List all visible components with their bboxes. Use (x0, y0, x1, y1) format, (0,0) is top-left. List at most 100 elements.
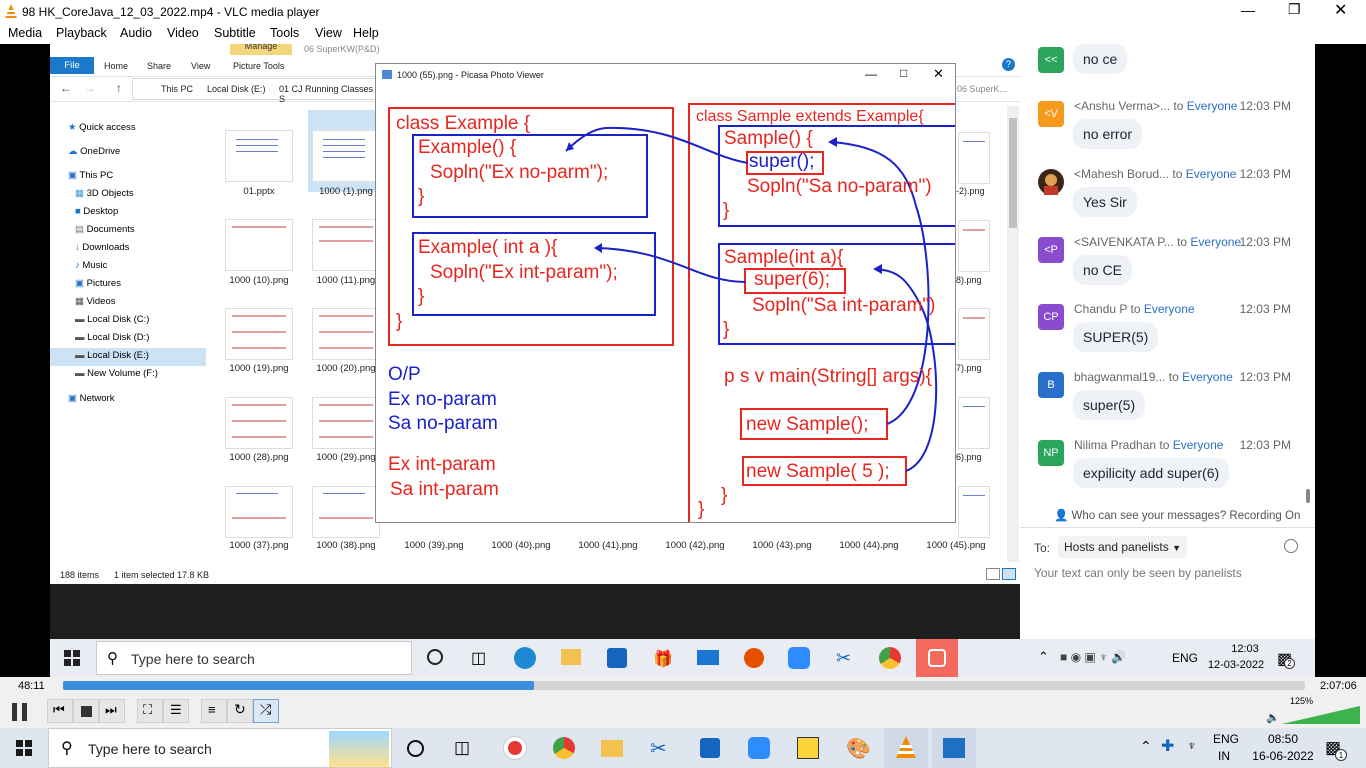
file-label[interactable]: 1000 (40).png (476, 540, 566, 551)
store-icon[interactable] (700, 738, 720, 758)
file-thumbnail[interactable] (225, 308, 293, 360)
record-app-icon[interactable] (744, 648, 764, 668)
nav-local-disk-c[interactable]: ▬ Local Disk (C:) (75, 314, 149, 325)
help-icon[interactable]: ? (1002, 58, 1015, 71)
picasa-close-button[interactable]: ✕ (933, 66, 944, 82)
menu-media[interactable]: Media (8, 26, 42, 40)
nav-downloads[interactable]: ↓ Downloads (75, 242, 129, 253)
snipping-icon[interactable]: ✂ (836, 648, 851, 669)
file-label[interactable]: 01.pptx (214, 186, 304, 197)
explorer-scrollbar[interactable] (1007, 106, 1019, 562)
paint-icon[interactable]: 🎨 (846, 736, 871, 761)
nav-new-volume-f[interactable]: ▬ New Volume (F:) (75, 368, 158, 379)
playlist-button[interactable]: ≡ (201, 699, 227, 723)
menu-subtitle[interactable]: Subtitle (214, 26, 256, 40)
manage-tab[interactable]: Manage (230, 44, 292, 55)
file-label[interactable]: 1000 (10).png (214, 275, 304, 286)
nav-desktop[interactable]: ■ Desktop (75, 206, 118, 217)
loop-button[interactable]: ↻ (227, 699, 253, 723)
file-thumbnail[interactable] (312, 486, 380, 538)
forward-arrow-icon[interactable]: → (84, 81, 96, 95)
file-label[interactable]: 1000 (37).png (214, 540, 304, 551)
nav-documents[interactable]: ▤ Documents (75, 224, 135, 235)
back-arrow-icon[interactable]: ← (60, 81, 72, 95)
host-clock-time[interactable]: 08:50 (1247, 732, 1319, 746)
store-icon[interactable] (607, 648, 627, 668)
sticky-notes-icon[interactable] (797, 737, 819, 759)
file-label[interactable]: 1000 (28).png (214, 452, 304, 463)
picasa-maximize-button[interactable]: □ (900, 66, 907, 80)
menu-audio[interactable]: Audio (120, 26, 152, 40)
share-tab[interactable]: Share (147, 61, 171, 71)
snipping-icon[interactable]: ✂ (650, 736, 667, 761)
clock-date[interactable]: 12-03-2022 (1205, 659, 1267, 671)
recorder-active-app[interactable] (916, 639, 958, 677)
file-explorer-icon[interactable] (601, 740, 623, 757)
nav-videos[interactable]: ▦ Videos (75, 296, 116, 307)
taskbar-search-box[interactable]: ⚲ Type here to search (96, 641, 412, 675)
windows-start-icon[interactable] (16, 740, 32, 756)
nav-onedrive[interactable]: ☁ OneDrive (68, 146, 120, 157)
view-tab[interactable]: View (191, 61, 210, 71)
language-region[interactable]: IN (1218, 749, 1230, 763)
file-label[interactable]: 1000 (38).png (301, 540, 391, 551)
recipient-dropdown[interactable]: Hosts and panelists ▼ (1058, 536, 1187, 558)
tray-plus-icon[interactable]: ✚ (1161, 736, 1174, 756)
chrome-icon[interactable] (553, 737, 575, 759)
picture-tools-tab[interactable]: Picture Tools (233, 61, 284, 71)
file-label[interactable]: 1000 (41).png (563, 540, 653, 551)
nav-pictures[interactable]: ▣ Pictures (75, 278, 121, 289)
pause-button[interactable] (8, 701, 32, 723)
crumb-folder[interactable]: 01 CJ Running Classes S (279, 84, 375, 104)
cortana-icon[interactable] (407, 740, 424, 757)
file-thumbnail[interactable] (225, 219, 293, 271)
chat-scrollbar[interactable] (1306, 489, 1310, 503)
gift-icon[interactable]: 🎁 (653, 649, 673, 669)
mail-icon[interactable] (697, 650, 719, 665)
extended-settings-button[interactable]: ☰ (163, 699, 189, 723)
emoji-icon[interactable] (1284, 539, 1298, 553)
file-label[interactable]: 1000 (39).png (389, 540, 479, 551)
nav-music[interactable]: ♪ Music (75, 260, 107, 271)
menu-playback[interactable]: Playback (56, 26, 107, 40)
next-button[interactable]: ⏭ (99, 699, 125, 723)
cortana-icon[interactable] (427, 649, 443, 665)
task-view-icon[interactable]: ◫ (454, 738, 470, 758)
previous-button[interactable]: ⏮ (47, 699, 73, 723)
tiles-view-icon[interactable] (1002, 568, 1016, 580)
language-indicator[interactable]: ENG (1213, 732, 1239, 746)
file-label[interactable]: -2).png (956, 186, 985, 196)
tray-icons[interactable]: ■ ◉ ▣ ♆ 🔊 (1060, 650, 1126, 664)
file-thumbnail[interactable] (225, 397, 293, 449)
file-thumbnail[interactable] (225, 486, 293, 538)
network-icon[interactable]: ♆ (1187, 738, 1197, 753)
tray-chevron-icon[interactable]: ⌃ (1038, 649, 1049, 665)
file-thumbnail[interactable] (225, 130, 293, 182)
crumb-this-pc[interactable]: This PC (161, 84, 193, 94)
close-button[interactable]: ✕ (1334, 0, 1347, 20)
nav-quick-access[interactable]: ★ Quick access (68, 122, 136, 133)
file-tab[interactable]: File (50, 57, 94, 74)
file-thumbnail[interactable] (958, 132, 990, 184)
host-search-box[interactable]: ⚲ Type here to search (48, 728, 392, 768)
zoom-icon[interactable] (748, 737, 770, 759)
nav-3d-objects[interactable]: ▦ 3D Objects (75, 188, 134, 199)
menu-video[interactable]: Video (167, 26, 199, 40)
crumb-local-disk[interactable]: Local Disk (E:) (207, 84, 266, 94)
file-label[interactable]: 1000 (44).png (824, 540, 914, 551)
file-explorer-icon[interactable] (561, 649, 581, 665)
restore-button[interactable]: ❐ (1288, 1, 1301, 18)
clock-time[interactable]: 12:03 (1220, 643, 1270, 655)
fullscreen-button[interactable]: ⛶ (137, 699, 163, 723)
details-view-icon[interactable] (986, 568, 1000, 580)
vlc-taskbar-app[interactable] (884, 728, 928, 768)
file-thumbnail[interactable] (958, 397, 990, 449)
file-thumbnail[interactable] (312, 397, 380, 449)
search-box[interactable]: 06 SuperK... (957, 84, 1007, 94)
chrome-icon[interactable] (879, 647, 901, 669)
language-indicator[interactable]: ENG (1172, 651, 1198, 665)
host-clock-date[interactable]: 16-06-2022 (1247, 749, 1319, 763)
menu-help[interactable]: Help (353, 26, 379, 40)
file-label[interactable]: 6).png (956, 452, 982, 462)
menu-tools[interactable]: Tools (270, 26, 299, 40)
